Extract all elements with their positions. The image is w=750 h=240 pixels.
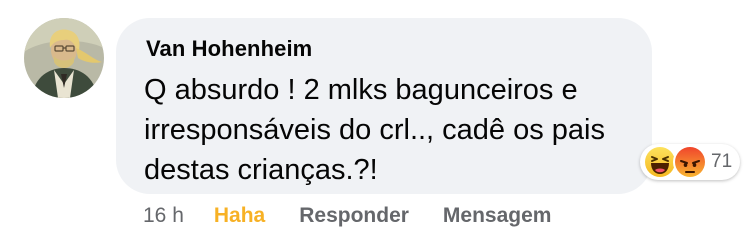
reply-button[interactable]: Responder (299, 204, 409, 228)
comment-actions: 16 h Haha Responder Mensagem (143, 204, 551, 228)
reaction-count: 71 (711, 151, 733, 172)
avatar-portrait-icon (24, 18, 104, 98)
timestamp[interactable]: 16 h (143, 204, 184, 228)
haha-emoji-icon (643, 145, 677, 179)
haha-reaction-button[interactable]: Haha (214, 204, 265, 228)
comment-text: Q absurdo ! 2 mlks bagunceiros e irrespo… (144, 74, 605, 186)
comment-bubble: Van Hohenheim Q absurdo ! 2 mlks bagunce… (116, 18, 652, 194)
reactions-summary[interactable]: 71 (640, 144, 741, 180)
avatar[interactable] (24, 18, 104, 98)
comment: Van Hohenheim Q absurdo ! 2 mlks bagunce… (0, 0, 750, 240)
author-name[interactable]: Van Hohenheim (146, 36, 312, 62)
message-button[interactable]: Mensagem (443, 204, 552, 228)
angry-emoji-icon (673, 145, 707, 179)
